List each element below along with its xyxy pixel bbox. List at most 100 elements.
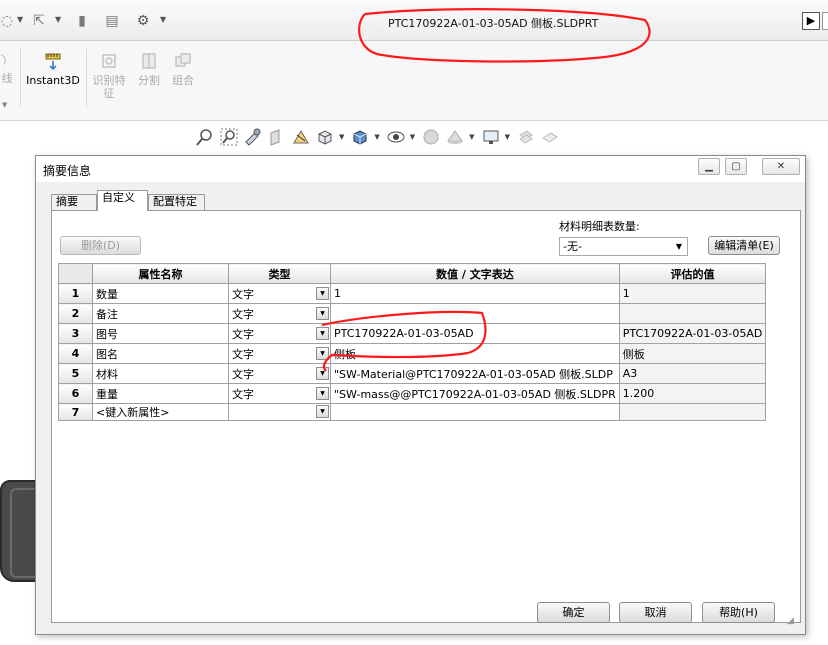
gear-icon[interactable]: ⚙ bbox=[134, 12, 152, 30]
delete-button[interactable]: 删除(D) bbox=[60, 236, 141, 255]
view-settings-icon[interactable] bbox=[481, 127, 501, 147]
table-row: 2 备注 文字 ▼ bbox=[58, 303, 767, 324]
ribbon-item-label: 识别特征 bbox=[92, 74, 126, 100]
tab-custom[interactable]: 自定义 bbox=[97, 190, 148, 211]
dialog-client-area: 摘要 自定义 配置特定 删除(D) 材料明细表数量: -无- ▼ 编辑清单(E)… bbox=[41, 182, 801, 628]
row-number[interactable]: 2 bbox=[58, 303, 93, 324]
dynamic-annotation-icon[interactable] bbox=[291, 127, 311, 147]
property-value-cell[interactable] bbox=[330, 303, 620, 324]
edit-list-button[interactable]: 编辑清单(E) bbox=[708, 236, 780, 255]
render-tools-icon[interactable] bbox=[516, 127, 536, 147]
property-name-cell[interactable]: 备注 bbox=[92, 303, 229, 324]
property-type-select[interactable]: 文字 ▼ bbox=[228, 363, 331, 384]
table-row: 1 数量 文字 ▼ 1 1 bbox=[58, 283, 767, 304]
chevron-down-icon[interactable]: ▼ bbox=[316, 347, 329, 360]
chevron-down-icon[interactable]: ▼ bbox=[316, 287, 329, 300]
ribbon-item-recognize-features[interactable]: 识别特征 bbox=[89, 51, 129, 100]
zoom-to-area-icon[interactable] bbox=[219, 127, 239, 147]
column-header-type[interactable]: 类型 bbox=[228, 263, 331, 284]
property-type-value: 文字 bbox=[232, 307, 254, 321]
ok-button[interactable]: 确定 bbox=[537, 602, 610, 623]
caret-down-icon[interactable]: ▼ bbox=[55, 15, 61, 24]
view-orientation-icon[interactable] bbox=[315, 127, 335, 147]
close-button[interactable]: ✕ bbox=[762, 158, 800, 175]
realview-icon[interactable] bbox=[540, 127, 560, 147]
row-number[interactable]: 4 bbox=[58, 343, 93, 364]
property-type-value: 文字 bbox=[232, 347, 254, 361]
property-type-select[interactable]: 文字 ▼ bbox=[228, 323, 331, 344]
minimize-button[interactable]: ▁ bbox=[698, 158, 720, 175]
new-property-name-input[interactable]: <键入新属性> bbox=[92, 403, 229, 421]
resize-grip-icon[interactable]: ◢ bbox=[787, 616, 797, 626]
app-titlebar: ◌ ▼ ⇱ ▼ ▮ ▤ ⚙ ▼ PTC170922A-01-03-05AD 侧板… bbox=[0, 0, 828, 41]
command-manager-ribbon: 线 Instant3D 识别特征 分割 组合 ▼ bbox=[0, 41, 828, 121]
maximize-button[interactable]: ▢ bbox=[725, 158, 747, 175]
caret-down-icon[interactable]: ▼ bbox=[339, 133, 344, 141]
property-value-cell[interactable]: 侧板 bbox=[330, 343, 620, 364]
select-tool-icon[interactable]: ◌ bbox=[0, 12, 14, 30]
caret-down-icon[interactable]: ▼ bbox=[374, 133, 379, 141]
chevron-down-icon[interactable]: ▼ bbox=[316, 327, 329, 340]
property-type-select[interactable]: 文字 ▼ bbox=[228, 283, 331, 304]
ribbon-item-line[interactable]: 线 bbox=[0, 49, 14, 85]
row-number[interactable]: 1 bbox=[58, 283, 93, 304]
display-style-icon[interactable] bbox=[350, 127, 370, 147]
caret-down-icon[interactable]: ▼ bbox=[2, 101, 7, 109]
chevron-down-icon[interactable]: ▼ bbox=[316, 405, 329, 418]
evaluated-value-cell: PTC170922A-01-03-05AD bbox=[618, 323, 767, 344]
edit-appearance-icon[interactable] bbox=[421, 127, 441, 147]
ribbon-separator bbox=[20, 49, 21, 107]
property-value-cell[interactable]: 1 bbox=[330, 283, 620, 304]
property-type-select[interactable]: 文字 ▼ bbox=[228, 303, 331, 324]
caret-down-icon[interactable]: ▼ bbox=[17, 15, 23, 24]
new-property-row: 7 <键入新属性> ▼ bbox=[58, 403, 767, 421]
column-header-value-expression[interactable]: 数值 / 文字表达 bbox=[330, 263, 620, 284]
zoom-to-fit-icon[interactable] bbox=[195, 127, 215, 147]
grid-corner-cell[interactable] bbox=[58, 263, 93, 284]
ribbon-item-label: Instant3D bbox=[26, 74, 80, 87]
property-value-cell[interactable] bbox=[330, 403, 620, 421]
property-type-select[interactable]: 文字 ▼ bbox=[228, 343, 331, 364]
ribbon-item-label: 组合 bbox=[172, 74, 194, 87]
property-value-cell[interactable]: "SW-mass@@PTC170922A-01-03-05AD 侧板.SLDPR bbox=[330, 383, 620, 404]
property-value-cell[interactable]: PTC170922A-01-03-05AD bbox=[330, 323, 620, 344]
column-header-property-name[interactable]: 属性名称 bbox=[92, 263, 229, 284]
apply-scene-icon[interactable] bbox=[445, 127, 465, 147]
bom-quantity-select[interactable]: -无- ▼ bbox=[559, 237, 688, 256]
row-number[interactable]: 7 bbox=[58, 403, 93, 421]
section-view-icon[interactable] bbox=[267, 127, 287, 147]
tab-summary[interactable]: 摘要 bbox=[51, 194, 97, 210]
help-button[interactable]: 帮助(H) bbox=[702, 602, 775, 623]
caret-down-icon[interactable]: ▼ bbox=[469, 133, 474, 141]
traffic-light-icon[interactable]: ▮ bbox=[74, 12, 90, 30]
cancel-button[interactable]: 取消 bbox=[619, 602, 692, 623]
ribbon-item-instant3d[interactable]: Instant3D bbox=[25, 51, 81, 87]
caret-down-icon[interactable]: ▼ bbox=[160, 15, 166, 24]
caret-down-icon[interactable]: ▼ bbox=[410, 133, 415, 141]
ribbon-item-combine[interactable]: 组合 bbox=[168, 51, 198, 87]
chevron-down-icon: ▼ bbox=[675, 242, 682, 251]
property-name-cell[interactable]: 图号 bbox=[92, 323, 229, 344]
property-name-cell[interactable]: 材料 bbox=[92, 363, 229, 384]
command-prompt-icon[interactable]: ▶ bbox=[802, 12, 820, 30]
caret-down-icon[interactable]: ▼ bbox=[505, 133, 510, 141]
previous-view-icon[interactable] bbox=[243, 127, 263, 147]
row-number[interactable]: 3 bbox=[58, 323, 93, 344]
column-header-evaluated-value[interactable]: 评估的值 bbox=[618, 263, 767, 284]
property-name-cell[interactable]: 数量 bbox=[92, 283, 229, 304]
tab-configuration-specific[interactable]: 配置特定 bbox=[148, 194, 205, 210]
property-type-select[interactable]: 文字 ▼ bbox=[228, 383, 331, 404]
property-type-select[interactable]: ▼ bbox=[228, 403, 331, 421]
chevron-down-icon[interactable]: ▼ bbox=[316, 387, 329, 400]
chevron-down-icon[interactable]: ▼ bbox=[316, 367, 329, 380]
ribbon-item-split[interactable]: 分割 bbox=[134, 51, 164, 87]
row-number[interactable]: 5 bbox=[58, 363, 93, 384]
chevron-down-icon[interactable]: ▼ bbox=[316, 307, 329, 320]
property-name-cell[interactable]: 图名 bbox=[92, 343, 229, 364]
hide-show-items-icon[interactable] bbox=[386, 127, 406, 147]
property-name-cell[interactable]: 重量 bbox=[92, 383, 229, 404]
row-number[interactable]: 6 bbox=[58, 383, 93, 404]
file-properties-icon[interactable]: ▤ bbox=[103, 12, 121, 30]
pointer-icon[interactable]: ⇱ bbox=[30, 12, 48, 30]
property-value-cell[interactable]: "SW-Material@PTC170922A-01-03-05AD 侧板.SL… bbox=[330, 363, 620, 384]
